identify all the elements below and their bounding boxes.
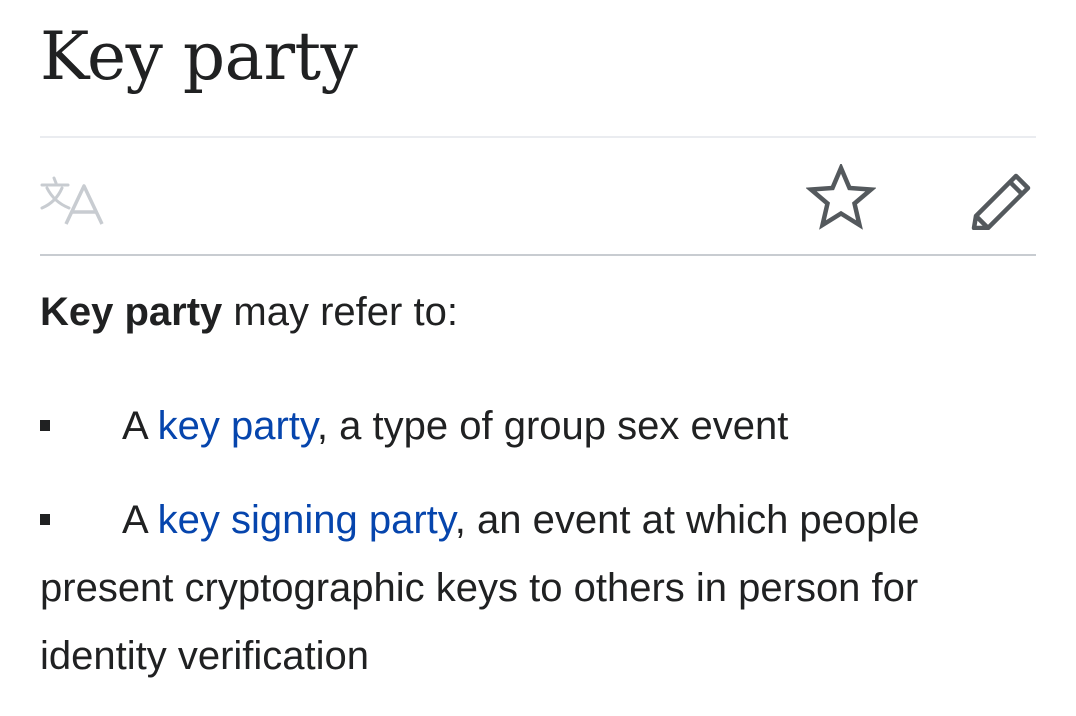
disambiguation-list: A key party, a type of group sex event A… bbox=[40, 392, 1040, 716]
link-key-signing-party[interactable]: key signing party bbox=[158, 498, 455, 542]
translate-icon[interactable] bbox=[40, 174, 112, 226]
list-item: A key party, a type of group sex event bbox=[40, 392, 1040, 460]
toolbar-divider bbox=[40, 254, 1036, 256]
list-item: A key signing party, an event at which p… bbox=[40, 486, 1040, 690]
intro-paragraph: Key party may refer to: bbox=[40, 286, 458, 338]
watch-star-icon[interactable] bbox=[805, 162, 877, 230]
item-prefix: A bbox=[122, 404, 158, 448]
intro-bold-term: Key party bbox=[40, 290, 223, 334]
bullet-icon bbox=[40, 514, 50, 525]
edit-pencil-icon[interactable] bbox=[968, 166, 1038, 231]
link-key-party[interactable]: key party bbox=[158, 404, 317, 448]
bullet-icon bbox=[40, 420, 50, 431]
item-prefix: A bbox=[122, 498, 158, 542]
page-title: Key party bbox=[40, 18, 358, 95]
intro-text: may refer to: bbox=[222, 290, 458, 334]
page-actions-toolbar bbox=[40, 138, 1036, 254]
item-description: , a type of group sex event bbox=[316, 404, 789, 448]
